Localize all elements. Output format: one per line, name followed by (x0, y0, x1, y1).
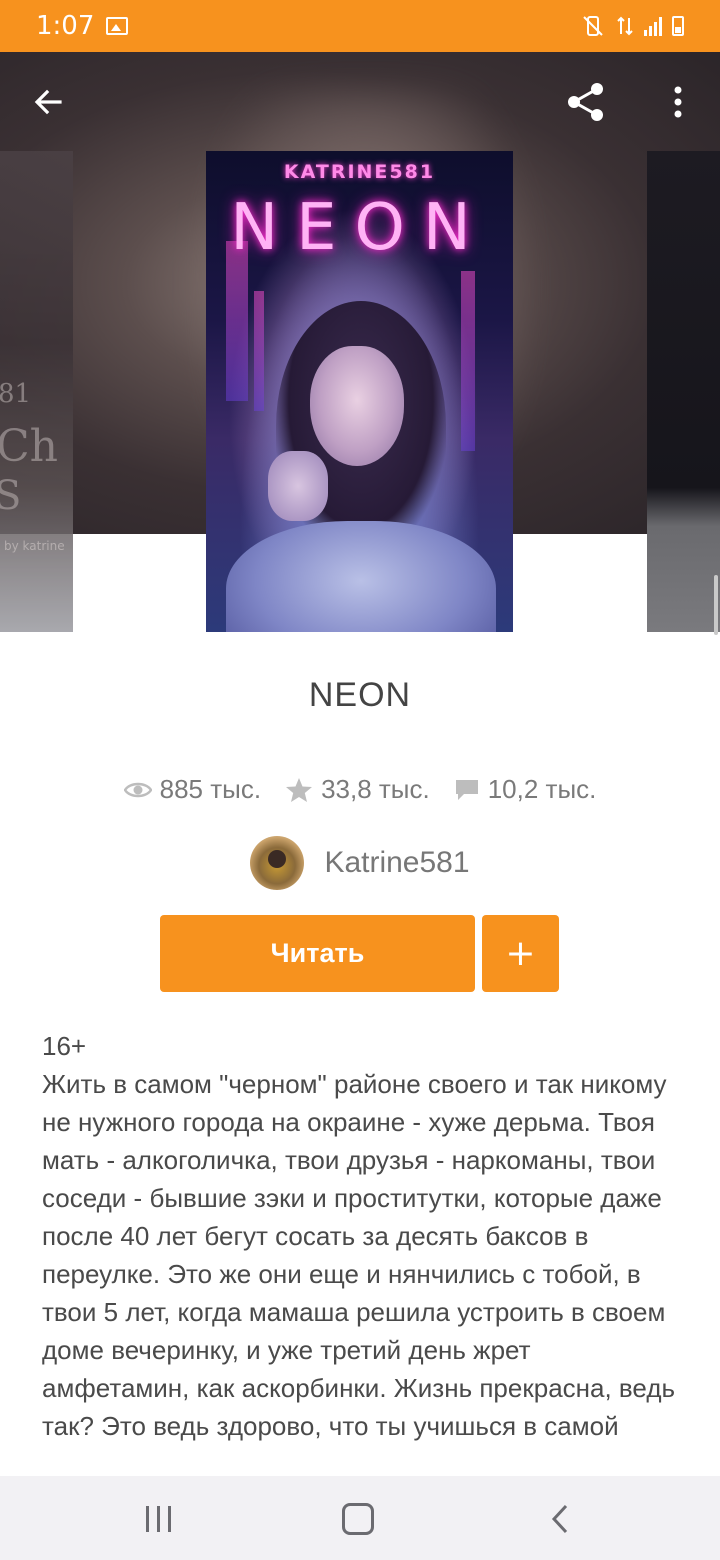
cover-decoration (226, 241, 248, 401)
cover-title-text: NEON (230, 191, 489, 265)
status-bar: 1:07 (0, 0, 720, 52)
cover-art (310, 346, 404, 466)
more-options-button[interactable] (650, 74, 706, 130)
status-icons (582, 15, 684, 37)
cover-decoration (461, 271, 475, 451)
previous-book-cover[interactable]: 81 Ch S by katrine (0, 151, 73, 632)
gallery-notification-icon (106, 17, 129, 35)
back-arrow-icon (34, 89, 62, 115)
comment-icon (455, 779, 478, 800)
status-time: 1:07 (36, 11, 95, 41)
share-icon (568, 83, 603, 121)
author-row[interactable]: Katrine581 (0, 836, 720, 890)
cover-art (226, 521, 496, 632)
votes-count: 33,8 тыс. (321, 774, 430, 804)
read-button[interactable]: Читать (160, 915, 475, 992)
next-book-cover[interactable] (647, 151, 720, 632)
side-cover-text: Ch (0, 421, 59, 472)
recents-icon (145, 1506, 171, 1532)
signal-icon (644, 16, 662, 36)
scroll-indicator (714, 575, 718, 635)
views-count: 885 тыс. (159, 774, 262, 804)
cover-art (268, 451, 328, 521)
book-title: NEON (308, 676, 412, 714)
side-cover-text: S (0, 473, 22, 519)
cover-decoration (254, 291, 264, 411)
star-icon (286, 777, 313, 802)
book-stats: 885 тыс. 33,8 тыс. 10,2 тыс. (0, 774, 720, 805)
chevron-left-icon (551, 1504, 568, 1534)
side-cover-text: by katrine (4, 539, 65, 553)
more-vert-icon (674, 86, 682, 118)
system-back-button[interactable] (530, 1494, 590, 1544)
author-name[interactable]: Katrine581 (324, 846, 469, 880)
book-cover[interactable]: KATRINE581 NEON (206, 151, 513, 632)
comments-stat: 10,2 тыс. (454, 774, 597, 805)
top-app-bar (0, 52, 720, 152)
eye-icon (123, 782, 152, 797)
views-stat: 885 тыс. (123, 774, 262, 805)
votes-stat: 33,8 тыс. (285, 774, 430, 805)
author-avatar[interactable] (250, 836, 305, 890)
data-arrows-icon (617, 16, 633, 36)
home-icon (342, 1503, 374, 1535)
comments-count: 10,2 тыс. (487, 774, 597, 804)
share-button[interactable] (558, 74, 614, 130)
mute-vibrate-icon (583, 16, 603, 36)
home-button[interactable] (328, 1494, 388, 1544)
side-cover-text: 81 (0, 379, 32, 409)
add-to-library-button[interactable]: + (482, 915, 559, 992)
battery-icon (672, 16, 684, 36)
cover-author-text: KATRINE581 (283, 161, 436, 183)
back-button[interactable] (20, 74, 76, 130)
book-description: 16+ Жить в самом "черном" районе своего … (42, 1031, 676, 1441)
recents-button[interactable] (128, 1494, 188, 1544)
system-nav-bar (0, 1476, 720, 1560)
